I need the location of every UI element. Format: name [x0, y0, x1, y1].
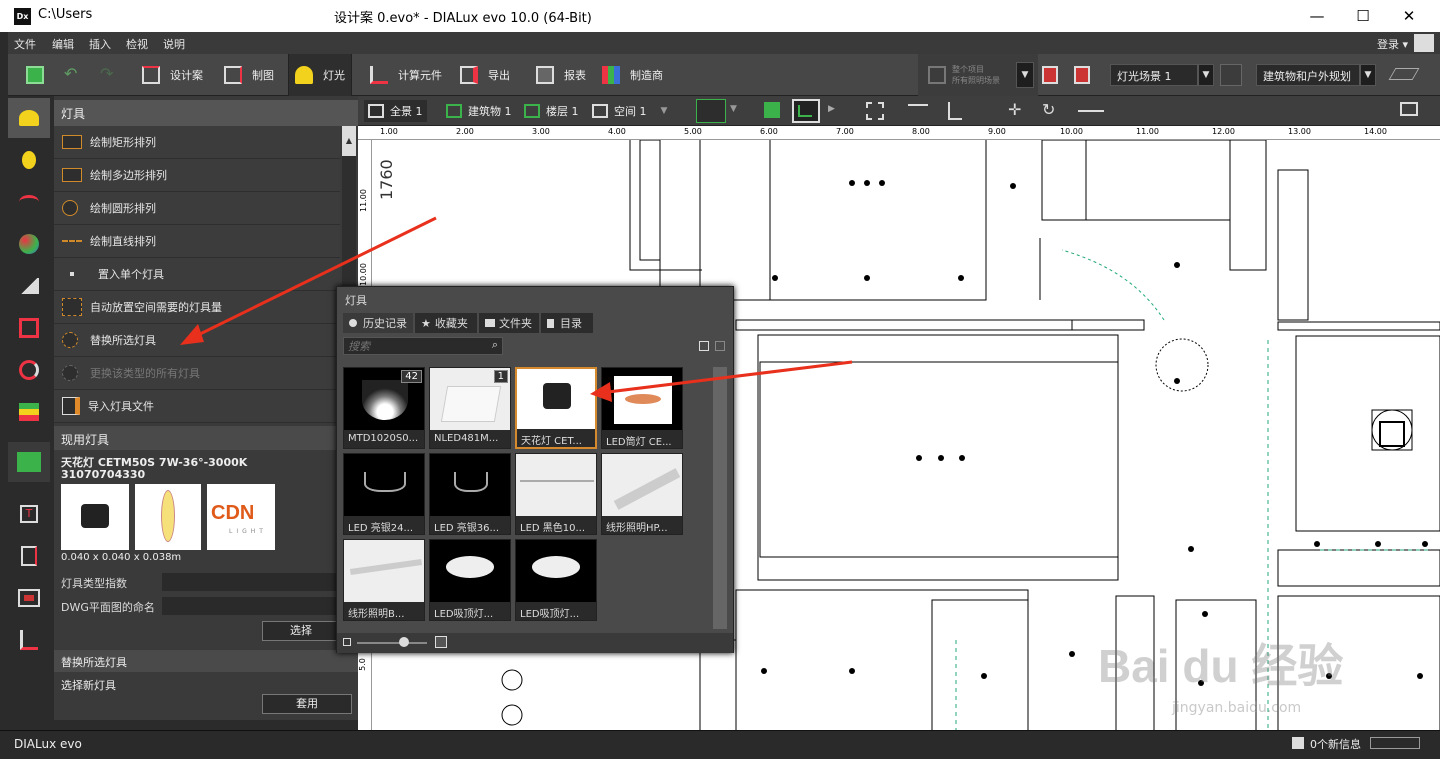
arrow-to-replace [195, 216, 437, 338]
status-app-name: DIALux evo [14, 737, 82, 751]
status-bar: DIALux evo 0个新信息 [0, 730, 1440, 759]
arrow-to-item [607, 360, 853, 394]
progress-bar [1370, 737, 1420, 749]
annotation-arrows [180, 216, 853, 402]
arrowhead [180, 324, 204, 345]
save-status-icon [1292, 737, 1304, 749]
messages-status[interactable]: 0个新信息 [1310, 736, 1361, 752]
arrowhead [590, 382, 612, 402]
